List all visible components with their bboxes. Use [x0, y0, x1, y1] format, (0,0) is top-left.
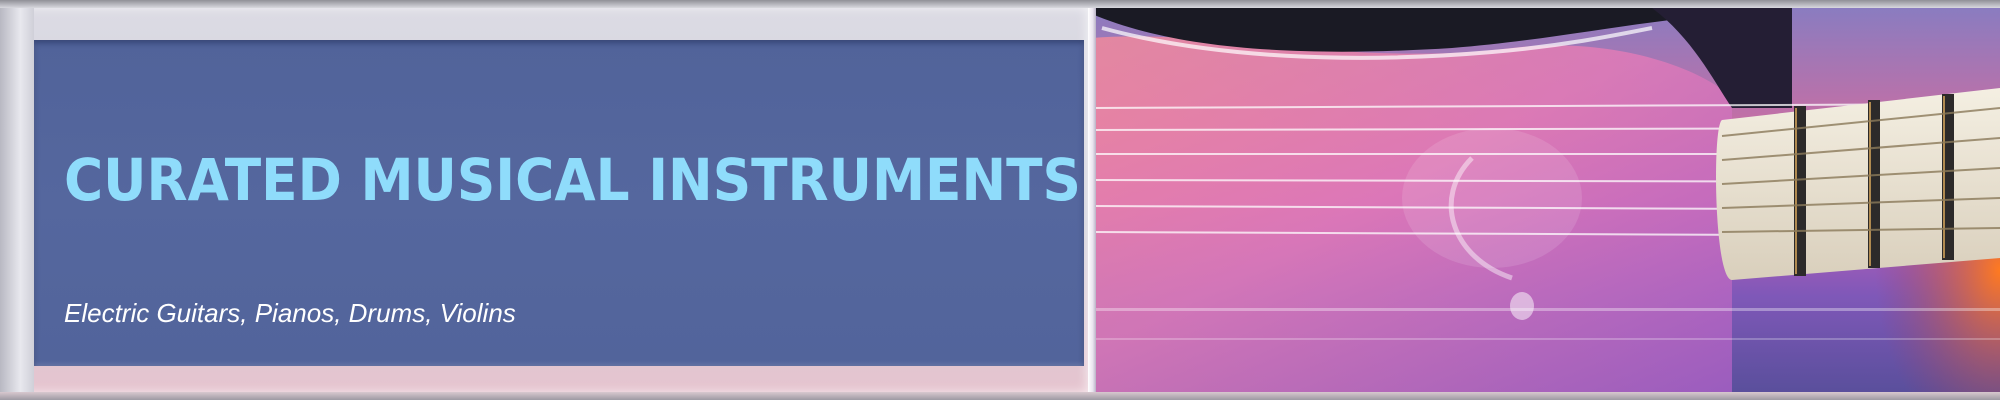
top-rail	[0, 0, 2000, 8]
image-divider	[1088, 8, 1096, 392]
bottom-rail	[0, 392, 2000, 400]
banner-subtitle: Electric Guitars, Pianos, Drums, Violins	[64, 298, 516, 328]
guitar-image	[1092, 8, 2000, 392]
electric-guitar-icon	[1092, 8, 2000, 392]
banner-title: CURATED MUSICAL INSTRUMENTS	[64, 146, 1082, 214]
frame-bevel	[0, 8, 34, 392]
hero-banner: CURATED MUSICAL INSTRUMENTS Electric Gui…	[0, 0, 2000, 400]
